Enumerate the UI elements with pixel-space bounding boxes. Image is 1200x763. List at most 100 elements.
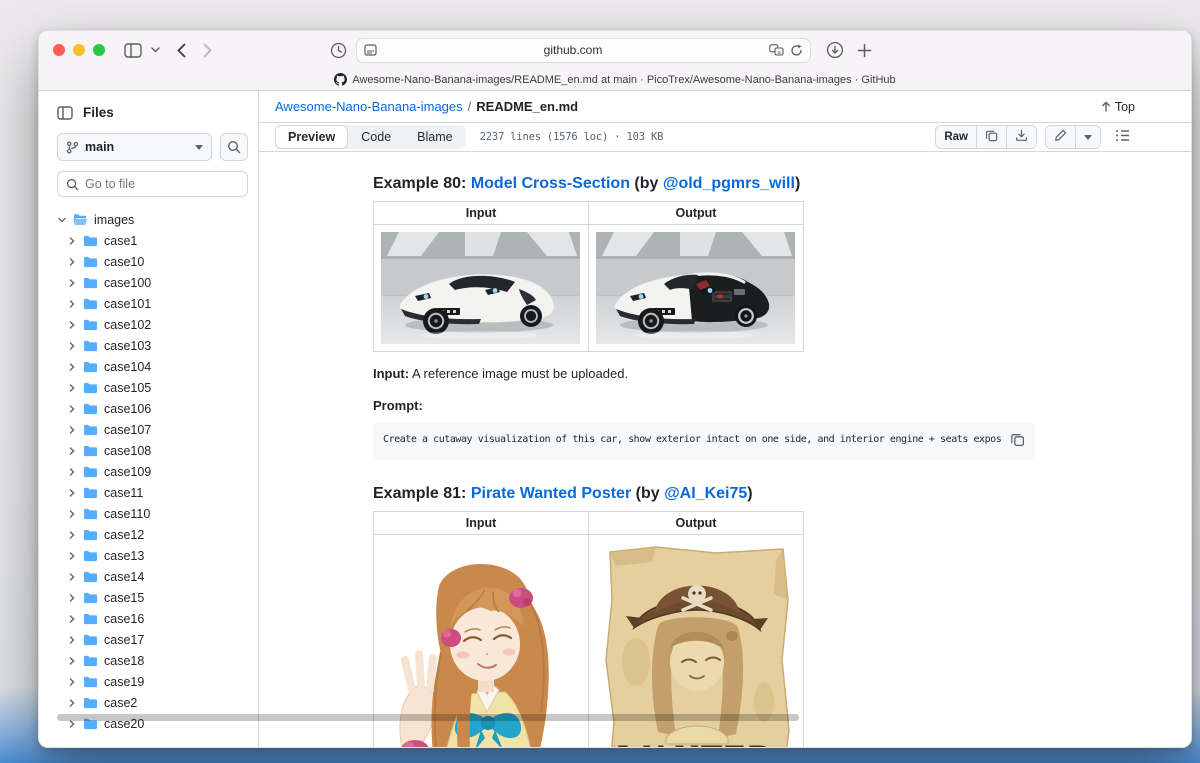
tree-item[interactable]: case13: [57, 545, 248, 566]
tree-item[interactable]: case101: [57, 293, 248, 314]
tree-item[interactable]: case104: [57, 356, 248, 377]
tree-item-label: case103: [104, 339, 151, 353]
search-this-repo-button[interactable]: [220, 133, 248, 161]
download-icon: [1015, 129, 1028, 145]
breadcrumb-repo-link[interactable]: Awesome-Nano-Banana-images: [275, 99, 463, 114]
arrow-up-icon: [1101, 101, 1111, 112]
tree-item[interactable]: case10: [57, 251, 248, 272]
folder-icon: [83, 277, 98, 289]
table-cell: [374, 225, 589, 352]
reload-icon[interactable]: [790, 44, 803, 57]
folder-icon: [83, 382, 98, 394]
close-button[interactable]: [53, 44, 65, 56]
file-toolbar: Preview Code Blame 2237 lines (1576 loc)…: [259, 122, 1191, 152]
go-to-file-field[interactable]: [57, 171, 248, 197]
downloads-icon[interactable]: [826, 41, 844, 59]
sidebar-toggle-icon[interactable]: [124, 43, 142, 58]
branch-selector-button[interactable]: main: [57, 133, 212, 161]
breadcrumb: Awesome-Nano-Banana-images/README_en.md: [275, 99, 578, 114]
history-icon[interactable]: [330, 42, 347, 59]
tree-item-images[interactable]: images: [57, 209, 248, 230]
tab-preview[interactable]: Preview: [275, 125, 348, 149]
tree-item[interactable]: case2: [57, 692, 248, 713]
tree-item-label: case105: [104, 381, 151, 395]
tab-blame[interactable]: Blame: [404, 125, 465, 149]
prompt-label: Prompt:: [373, 398, 423, 413]
edit-file-button[interactable]: [1046, 126, 1076, 148]
minimize-button[interactable]: [73, 44, 85, 56]
tree-item[interactable]: case109: [57, 461, 248, 482]
tree-item[interactable]: case1: [57, 230, 248, 251]
files-sidebar: Files main: [39, 91, 259, 748]
tree-item[interactable]: case12: [57, 524, 248, 545]
raw-button[interactable]: Raw: [936, 126, 977, 148]
tree-item-label: case15: [104, 591, 144, 605]
tree-item[interactable]: case11: [57, 482, 248, 503]
output-car-cutaway-image[interactable]: [596, 232, 795, 344]
go-to-file-input[interactable]: [85, 177, 239, 191]
breadcrumb-filename: README_en.md: [476, 99, 578, 114]
author-link[interactable]: @AI_Kei75: [664, 485, 747, 502]
tree-item-label: case13: [104, 549, 144, 563]
tree-item[interactable]: case18: [57, 650, 248, 671]
tree-item[interactable]: case16: [57, 608, 248, 629]
tab-title-bar[interactable]: Awesome-Nano-Banana-images/README_en.md …: [39, 69, 1191, 90]
chevron-right-icon: [67, 278, 77, 288]
tree-item[interactable]: case105: [57, 377, 248, 398]
table-cell: [589, 225, 804, 352]
example-81-heading: Example 81: Pirate Wanted Poster (by @AI…: [373, 485, 1035, 503]
folder-open-icon: [73, 213, 88, 226]
back-to-top-link[interactable]: Top: [1101, 100, 1135, 114]
tree-item[interactable]: case14: [57, 566, 248, 587]
folder-icon: [83, 298, 98, 310]
chevron-down-icon[interactable]: [151, 47, 160, 53]
input-car-image[interactable]: [381, 232, 580, 344]
horizontal-scrollbar[interactable]: [57, 714, 799, 721]
tree-item[interactable]: case15: [57, 587, 248, 608]
outline-button[interactable]: [1109, 125, 1135, 149]
forward-icon[interactable]: [203, 43, 212, 58]
chevron-right-icon: [67, 635, 77, 645]
tab-code[interactable]: Code: [348, 125, 404, 149]
copy-raw-button[interactable]: [977, 126, 1007, 148]
chevron-right-icon: [67, 488, 77, 498]
folder-icon: [83, 655, 98, 667]
zoom-button[interactable]: [93, 44, 105, 56]
tree-item[interactable]: case19: [57, 671, 248, 692]
example-80-heading: Example 80: Model Cross-Section (by @old…: [373, 175, 1035, 193]
back-icon[interactable]: [177, 43, 186, 58]
tree-item[interactable]: case110: [57, 503, 248, 524]
copy-icon[interactable]: [1010, 432, 1025, 450]
input-note-label: Input:: [373, 366, 409, 381]
new-tab-icon[interactable]: [857, 43, 872, 58]
tree-item[interactable]: case100: [57, 272, 248, 293]
url-text[interactable]: github.com: [383, 43, 763, 57]
github-page: Files main: [39, 91, 1191, 748]
tree-item[interactable]: case102: [57, 314, 248, 335]
tree-item[interactable]: case106: [57, 398, 248, 419]
chevron-right-icon: [67, 656, 77, 666]
prompt-code: Create a cutaway visualization of this c…: [383, 432, 1002, 447]
tree-item[interactable]: case17: [57, 629, 248, 650]
chevron-right-icon: [67, 509, 77, 519]
copy-icon: [985, 129, 998, 145]
column-header-output: Output: [589, 512, 804, 535]
translate-icon[interactable]: a: [769, 44, 784, 56]
chevron-right-icon: [67, 572, 77, 582]
example-81-link[interactable]: Pirate Wanted Poster: [471, 485, 631, 502]
chevron-right-icon: [67, 467, 77, 477]
outline-icon: [1115, 129, 1130, 145]
tree-item[interactable]: case103: [57, 335, 248, 356]
collapse-file-tree-icon[interactable]: [57, 106, 73, 120]
edit-dropdown-button[interactable]: [1076, 126, 1100, 148]
author-link[interactable]: @old_pgmrs_will: [663, 175, 795, 192]
page-settings-icon[interactable]: [364, 44, 377, 56]
tree-item[interactable]: case108: [57, 440, 248, 461]
tree-item[interactable]: case107: [57, 419, 248, 440]
folder-icon: [83, 361, 98, 373]
download-raw-button[interactable]: [1007, 126, 1036, 148]
tree-item-label: case2: [104, 696, 137, 710]
address-bar[interactable]: github.com a: [356, 38, 811, 63]
chevron-right-icon: [67, 614, 77, 624]
example-80-link[interactable]: Model Cross-Section: [471, 175, 630, 192]
